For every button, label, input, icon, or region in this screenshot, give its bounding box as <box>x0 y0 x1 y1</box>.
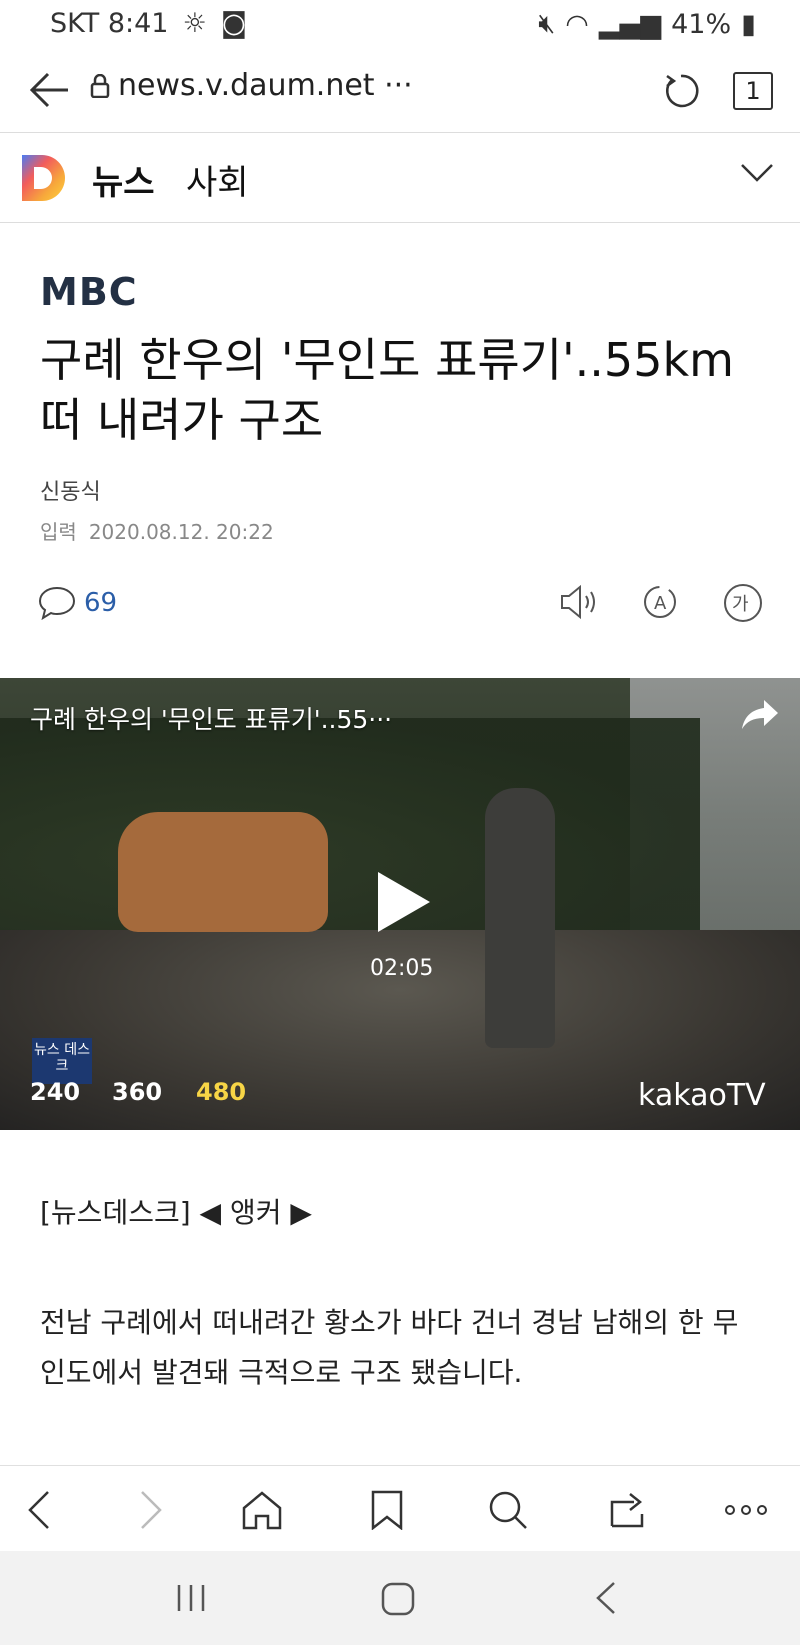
back-icon[interactable] <box>26 1490 52 1534</box>
system-back-icon[interactable] <box>594 1581 618 1619</box>
chevron-down-icon[interactable] <box>740 163 774 187</box>
lock-icon <box>90 73 110 98</box>
article-date: 입력 2020.08.12. 20:22 <box>40 516 274 545</box>
font-size-icon[interactable]: 가 <box>722 582 764 628</box>
search-icon[interactable] <box>488 1490 530 1534</box>
svg-text:A: A <box>654 593 667 614</box>
brightness-icon: ☼ <box>182 8 207 39</box>
article-paragraph: 전남 구례에서 떠내려간 황소가 바다 건너 경남 남해의 한 무인도에서 발견… <box>40 1306 739 1389</box>
publisher-logo[interactable]: MBC <box>40 270 138 314</box>
reload-icon[interactable] <box>662 72 700 114</box>
video-person <box>485 788 555 1048</box>
home-icon[interactable] <box>240 1490 284 1534</box>
quality-360[interactable]: 360 <box>112 1078 162 1106</box>
forward-icon[interactable] <box>138 1490 164 1534</box>
section-news[interactable]: 뉴스 <box>92 155 155 204</box>
speaker-icon[interactable] <box>558 582 600 626</box>
quality-240[interactable]: 240 <box>30 1078 80 1106</box>
site-header: 뉴스 사회 <box>0 133 800 223</box>
video-title: 구례 한우의 '무인도 표류기'..55··· <box>30 705 393 734</box>
back-arrow-icon[interactable] <box>28 70 70 114</box>
play-icon[interactable] <box>376 870 432 938</box>
signal-icon: ▂▄▆ <box>598 8 662 40</box>
bookmark-icon[interactable] <box>370 1490 404 1534</box>
video-player[interactable]: 구례 한우의 '무인도 표류기'..55··· 02:05 뉴스 데스크 240… <box>0 678 800 1130</box>
carrier-time: SKT 8:41 <box>50 8 169 39</box>
wifi-icon: ◠ <box>565 8 589 40</box>
article-actions: 69 A 가 <box>0 577 800 627</box>
browser-toolbar <box>0 1465 800 1552</box>
url-field[interactable]: news.v.daum.net ··· <box>90 68 413 103</box>
clock-icon: ◙ <box>220 8 247 39</box>
article-paragraph: [뉴스데스크] ◀ 앵커 ▶ <box>40 1196 312 1229</box>
url-text: news.v.daum.net ··· <box>118 68 413 103</box>
battery-icon: ▮ <box>741 8 756 40</box>
home-button-icon[interactable] <box>380 1581 416 1621</box>
quality-480[interactable]: 480 <box>196 1078 246 1106</box>
translate-icon[interactable]: A <box>638 582 682 626</box>
share-out-icon[interactable] <box>608 1490 650 1534</box>
article-author[interactable]: 신동식 <box>40 474 101 506</box>
date-value: 2020.08.12. 20:22 <box>88 520 274 544</box>
date-label: 입력 <box>40 520 77 544</box>
status-bar: SKT 8:41 ☼ ◙ 🔇︎ ◠ ▂▄▆ 41% ▮ <box>0 0 800 50</box>
video-trees <box>0 718 700 938</box>
article-title: 구례 한우의 '무인도 표류기'..55km 떠 내려가 구조 <box>40 333 734 447</box>
mute-icon: 🔇︎ <box>538 8 556 39</box>
comment-count: 69 <box>84 588 118 618</box>
section-society[interactable]: 사회 <box>186 155 249 204</box>
comment-icon <box>38 586 76 621</box>
video-duration: 02:05 <box>370 956 434 981</box>
share-icon[interactable] <box>740 698 780 736</box>
tab-count-button[interactable]: 1 <box>733 72 773 110</box>
svg-text:가: 가 <box>732 594 749 615</box>
video-cow <box>118 812 328 932</box>
battery-percent: 41% <box>671 8 732 40</box>
recent-apps-icon[interactable] <box>174 1581 208 1619</box>
daum-logo[interactable] <box>20 153 68 207</box>
browser-url-bar: news.v.daum.net ··· 1 <box>0 50 800 133</box>
comment-button[interactable]: 69 <box>38 585 117 621</box>
kakao-tv-logo: kakaoTV <box>638 1078 766 1113</box>
more-icon[interactable] <box>724 1502 768 1521</box>
system-nav-bar <box>0 1551 800 1645</box>
